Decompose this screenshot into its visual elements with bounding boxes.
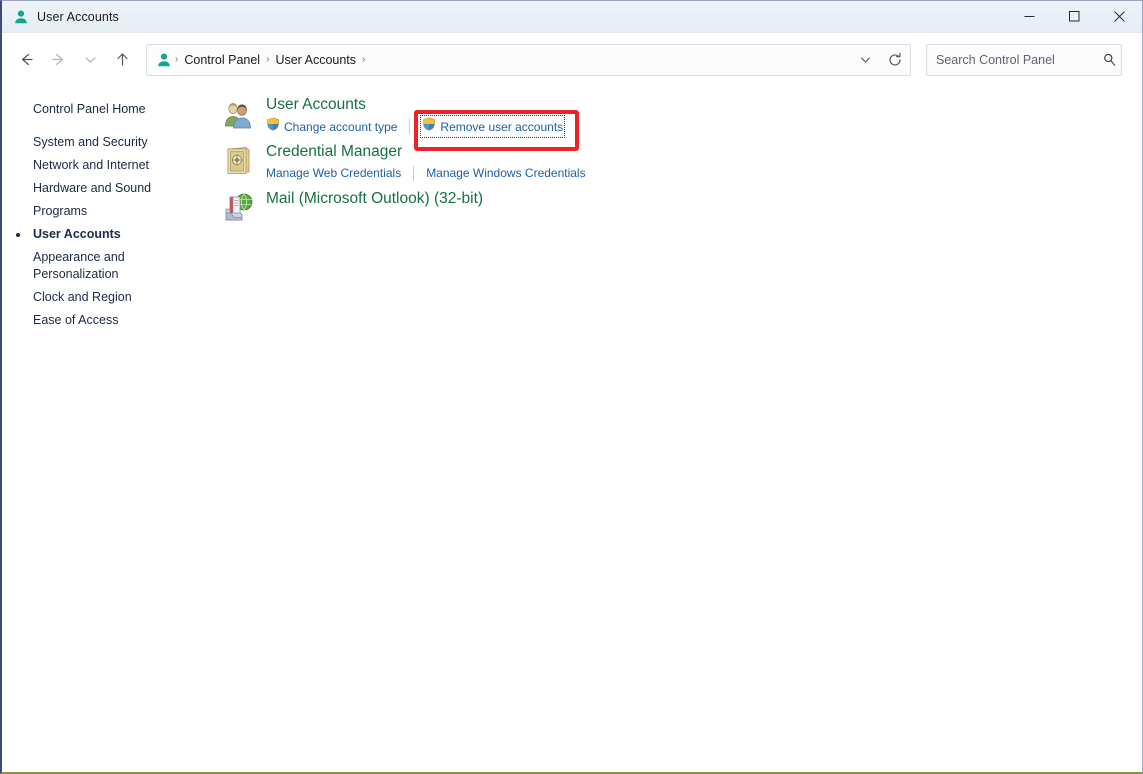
recent-locations-button[interactable] [74,44,106,76]
mail-icon [220,188,256,223]
category-body: User Accounts Change a [256,94,563,136]
address-bar[interactable]: › Control Panel › User Accounts › [146,44,911,76]
category-links: Change account type [266,117,563,136]
link-remove-user-accounts[interactable]: Remove user accounts [422,117,563,136]
link-manage-web-credentials[interactable]: Manage Web Credentials [266,164,401,182]
sidebar-item-label: User Accounts [33,227,121,241]
link-change-account-type[interactable]: Change account type [266,117,397,136]
search-box[interactable] [926,44,1122,76]
breadcrumb-user-account-icon [156,52,172,68]
close-button[interactable] [1097,1,1142,32]
window-title: User Accounts [37,10,119,24]
breadcrumb-item-user-accounts[interactable]: User Accounts [270,53,361,67]
sidebar-item-control-panel-home[interactable]: Control Panel Home [2,98,214,121]
sidebar-item-appearance-and-personalization[interactable]: Appearance and Personalization [2,246,148,286]
link-label: Remove user accounts [440,118,563,136]
maximize-button[interactable] [1052,1,1097,32]
link-label: Change account type [284,118,397,136]
breadcrumb-item-control-panel[interactable]: Control Panel [179,53,265,67]
category-links: Manage Web Credentials Manage Windows Cr… [266,164,586,182]
category-body: Credential Manager Manage Web Credential… [256,141,586,182]
sidebar-item-programs[interactable]: Programs [2,200,214,223]
category-mail: Mail (Microsoft Outlook) (32-bit) [214,188,1142,223]
category-user-accounts: User Accounts Change a [214,94,1142,136]
up-button[interactable] [106,44,138,76]
current-item-bullet-icon [16,233,20,237]
sidebar: Control Panel Home System and Security N… [2,86,214,774]
navigation-toolbar: › Control Panel › User Accounts › [2,33,1142,86]
forward-button[interactable] [42,44,74,76]
category-title-credential-manager[interactable]: Credential Manager [266,141,586,163]
refresh-icon[interactable] [880,45,910,75]
category-title-user-accounts[interactable]: User Accounts [266,94,563,116]
content-area: Control Panel Home System and Security N… [2,86,1142,774]
control-panel-window: User Accounts [0,0,1143,774]
title-bar: User Accounts [2,1,1142,33]
category-title-mail[interactable]: Mail (Microsoft Outlook) (32-bit) [266,188,483,210]
minimize-button[interactable] [1007,1,1052,32]
link-manage-windows-credentials[interactable]: Manage Windows Credentials [426,164,585,182]
breadcrumb-separator: › [361,54,366,65]
search-icon[interactable] [1098,45,1121,75]
window-controls [1007,1,1142,32]
sidebar-item-hardware-and-sound[interactable]: Hardware and Sound [2,177,214,200]
link-separator [409,119,410,134]
category-list: User Accounts Change a [214,86,1142,774]
sidebar-item-system-and-security[interactable]: System and Security [2,131,214,154]
category-credential-manager: Credential Manager Manage Web Credential… [214,141,1142,182]
link-label: Manage Windows Credentials [426,164,585,182]
sidebar-item-clock-and-region[interactable]: Clock and Region [2,286,214,309]
address-bar-controls [850,45,910,75]
back-button[interactable] [10,44,42,76]
link-separator [413,166,414,181]
vault-icon [220,141,256,182]
sidebar-item-network-and-internet[interactable]: Network and Internet [2,154,214,177]
uac-shield-icon [266,117,280,136]
uac-shield-icon [422,117,436,136]
search-input[interactable] [927,52,1098,68]
chevron-down-icon[interactable] [850,45,880,75]
two-users-icon [220,94,256,136]
sidebar-item-user-accounts[interactable]: User Accounts [2,223,214,246]
user-account-icon [13,9,29,25]
sidebar-item-ease-of-access[interactable]: Ease of Access [2,309,214,332]
category-body: Mail (Microsoft Outlook) (32-bit) [256,188,483,223]
link-label: Manage Web Credentials [266,164,401,182]
